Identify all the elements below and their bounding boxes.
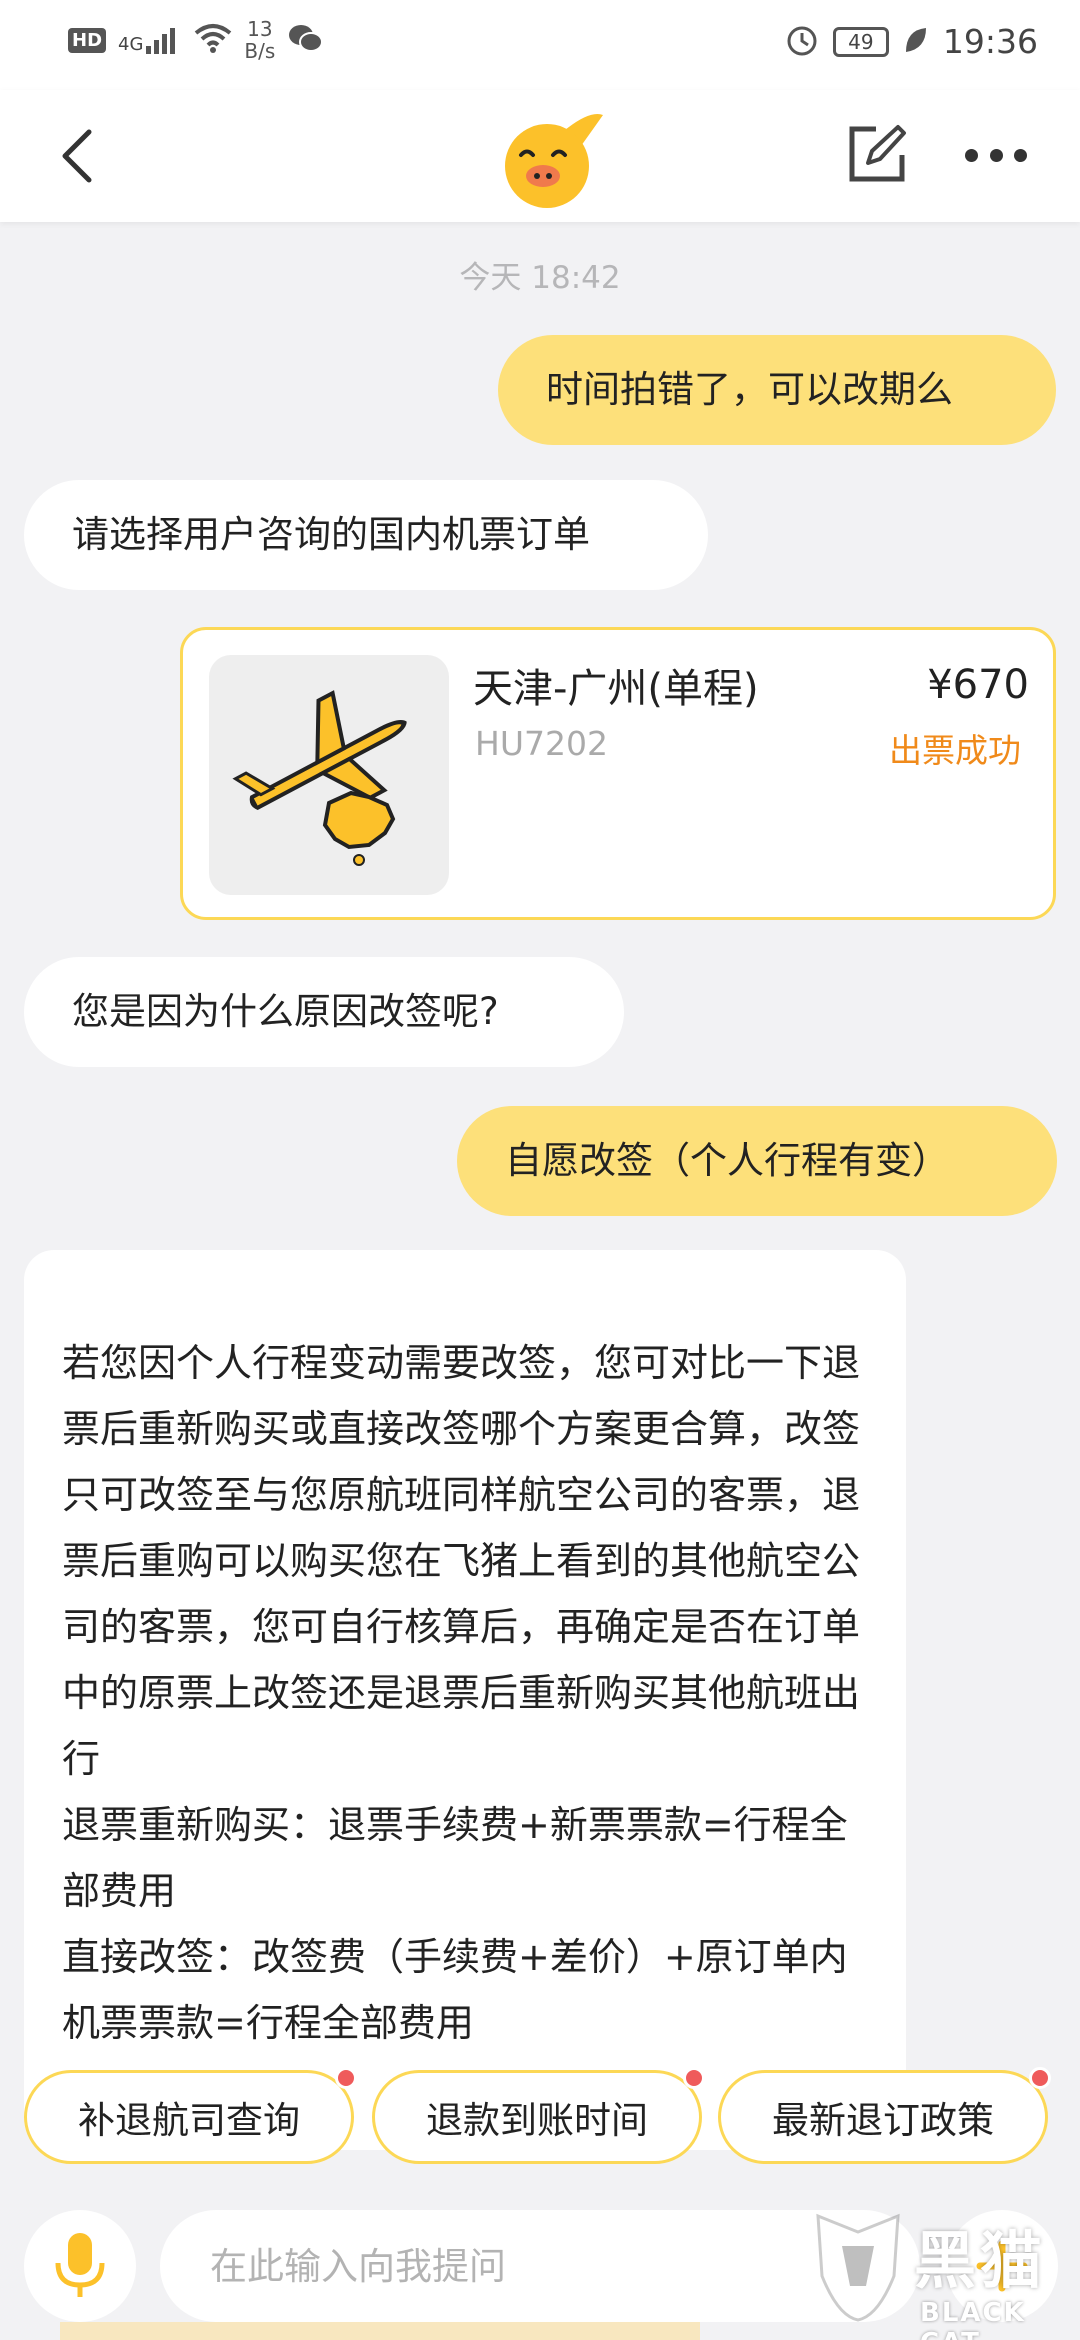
net-speed: 13 B/s xyxy=(244,18,275,62)
chat-header xyxy=(0,90,1080,222)
net-speed-unit: B/s xyxy=(244,39,276,63)
more-dot xyxy=(965,148,978,162)
hd-badge: HD xyxy=(68,27,107,53)
chip-label: 最新退订政策 xyxy=(772,2099,994,2142)
message-paragraph: 直接改签：改签费（手续费+差价）+原订单内机票票款=行程全部费用 xyxy=(62,1935,848,2045)
order-card[interactable]: 天津-广州(单程) HU7202 ¥670 出票成功 xyxy=(180,627,1056,920)
quick-chip-refund-policy[interactable]: 最新退订政策 xyxy=(718,2067,1051,2164)
message-paragraph: 若您因个人行程变动需要改签，您可对比一下退票后重新购买或直接改签哪个方案更合算，… xyxy=(62,1341,861,1781)
notification-dot xyxy=(683,2067,705,2089)
wechat-icon xyxy=(287,23,324,57)
flight-number: HU7202 xyxy=(475,724,608,763)
order-image xyxy=(209,655,449,895)
order-status: 出票成功 xyxy=(889,731,1021,770)
message-text: 自愿改签（个人行程有变） xyxy=(505,1139,949,1182)
net-speed-value: 13 xyxy=(247,17,273,41)
bot-message: 请选择用户咨询的国内机票订单 xyxy=(24,480,708,590)
order-price: ¥670 xyxy=(927,662,1029,708)
edit-icon xyxy=(849,125,906,182)
message-text: 时间拍错了，可以改期么 xyxy=(546,368,953,411)
notification-dot xyxy=(1029,2067,1051,2089)
voice-button[interactable] xyxy=(24,2210,136,2322)
watermark: 黑猫 BLACK CAT xyxy=(808,2206,1078,2340)
user-message: 时间拍错了，可以改期么 xyxy=(498,335,1056,445)
network-type: 4G xyxy=(118,34,144,55)
message-text: 您是因为什么原因改签呢? xyxy=(72,990,499,1033)
alarm-icon xyxy=(785,23,819,61)
quick-chip-refund-time[interactable]: 退款到账时间 xyxy=(372,2067,705,2164)
message-paragraph: 退票重新购买：退票手续费+新票票款=行程全部费用 xyxy=(62,1803,848,1913)
chip-label: 退款到账时间 xyxy=(426,2099,648,2142)
user-message: 自愿改签（个人行程有变） xyxy=(457,1106,1057,1216)
status-bar: HD 4G 13 B/s 49 19:36 xyxy=(0,0,1080,90)
chat-timestamp: 今天 18:42 xyxy=(459,260,621,296)
message-text: 请选择用户咨询的国内机票订单 xyxy=(72,513,590,556)
edit-button[interactable] xyxy=(846,123,908,185)
more-dot xyxy=(1014,148,1027,162)
plane-icon xyxy=(232,690,407,866)
wifi-icon xyxy=(194,23,232,57)
question-input[interactable] xyxy=(160,2210,920,2322)
more-dot xyxy=(989,148,1003,162)
chevron-left-icon xyxy=(62,129,92,183)
leaf-icon xyxy=(903,25,929,59)
watermark-subtext: BLACK CAT xyxy=(920,2298,1026,2340)
status-left: HD 4G 13 B/s xyxy=(68,18,324,62)
notification-dot xyxy=(335,2067,357,2089)
back-button[interactable] xyxy=(55,126,105,186)
chip-label: 补退航司查询 xyxy=(78,2099,300,2142)
signal-icon: 4G xyxy=(118,26,182,54)
battery-icon: 49 xyxy=(832,26,889,57)
bottom-banner-strip xyxy=(60,2322,700,2340)
more-button[interactable] xyxy=(965,145,1027,165)
quick-chip-airline-refund[interactable]: 补退航司查询 xyxy=(24,2067,357,2164)
watermark-text: 黑猫 xyxy=(914,2224,1047,2297)
clock: 19:36 xyxy=(942,22,1038,61)
bot-long-message: 若您因个人行程变动需要改签，您可对比一下退票后重新购买或直接改签哪个方案更合算，… xyxy=(24,1250,906,2150)
microphone-icon xyxy=(55,2233,105,2297)
cat-logo-icon xyxy=(816,2213,900,2322)
order-route: 天津-广州(单程) xyxy=(473,666,759,712)
fliggy-logo xyxy=(495,110,607,210)
status-right: 49 19:36 xyxy=(785,22,1038,61)
bot-message: 您是因为什么原因改签呢? xyxy=(24,957,624,1067)
